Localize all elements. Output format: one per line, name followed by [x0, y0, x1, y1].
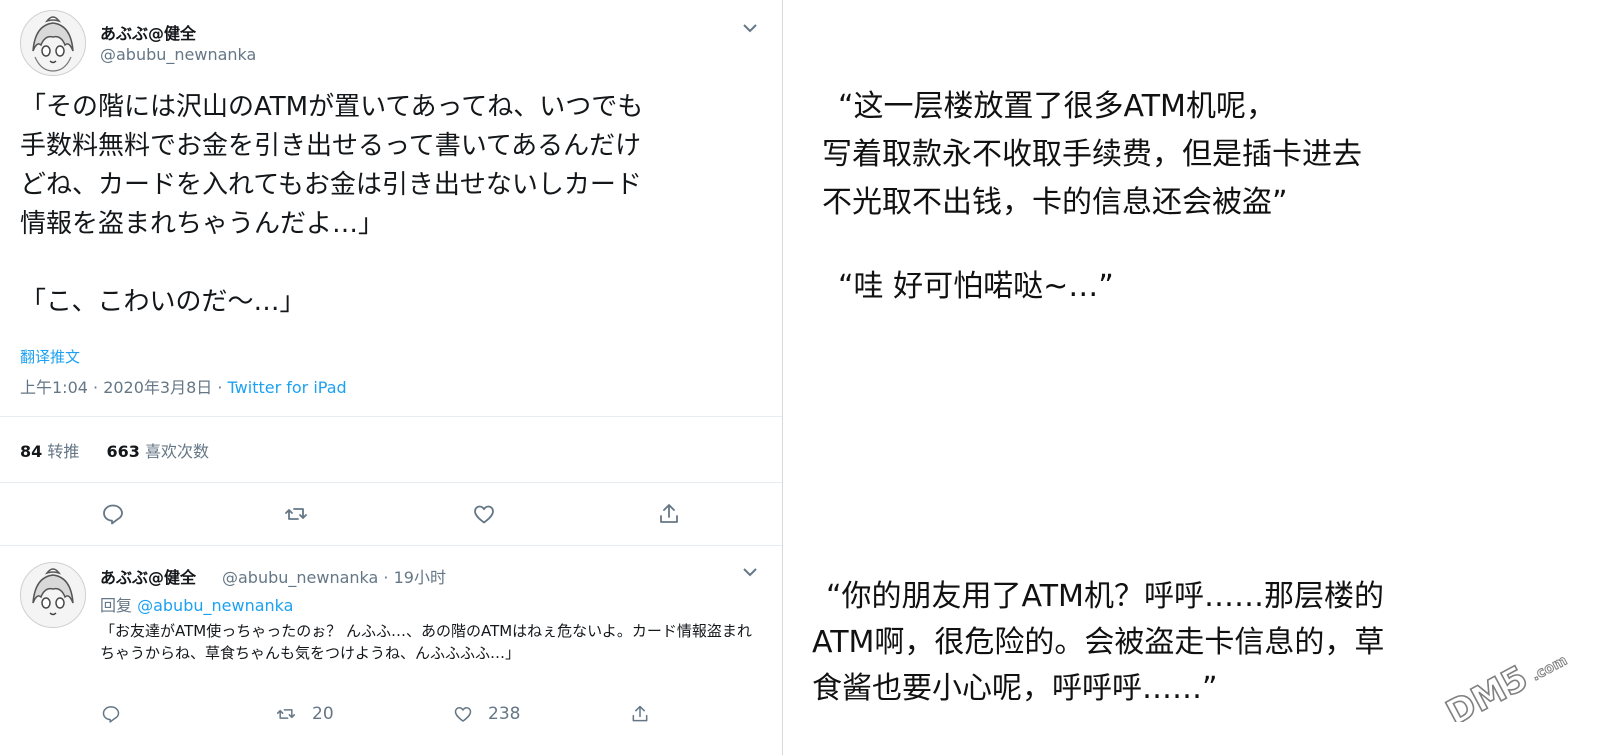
replying-to: 回复 @abubu_newnanka	[100, 592, 293, 616]
avatar[interactable]	[20, 10, 86, 76]
reply-text: 「お友達がATM使っちゃったのぉ？ んふふ…、あの階のATMはねぇ危ないよ。カー…	[100, 622, 752, 662]
timestamp[interactable]: 上午1:04 · 2020年3月8日 ·	[20, 378, 228, 397]
retweet-count[interactable]: 84	[20, 442, 42, 461]
user-handle[interactable]: @abubu_newnanka	[100, 45, 256, 64]
reply-icon[interactable]	[101, 704, 121, 724]
like-icon[interactable]	[472, 502, 496, 526]
retweet-label[interactable]: 转推	[47, 442, 79, 461]
reply-retweet-count[interactable]: 20	[312, 704, 334, 724]
translation-line: ATM啊，很危险的。会被盗走卡信息的，草	[812, 625, 1385, 660]
translate-tweet-link[interactable]: 翻译推文	[20, 346, 80, 367]
reply-display-name[interactable]: あぶぶ@健全	[100, 564, 196, 588]
divider	[0, 545, 782, 546]
like-count[interactable]: 663	[106, 442, 139, 461]
share-icon[interactable]	[657, 502, 681, 526]
retweet-icon[interactable]	[276, 704, 296, 724]
tweet-stats: 84 转推 663 喜欢次数	[20, 438, 209, 462]
divider	[0, 482, 782, 483]
dm5-watermark-logo: DM5 .com	[1430, 632, 1590, 735]
tweet-text-line: 「その階には沢山のATMが置いてあってね、いつでも	[20, 92, 644, 122]
tweet-meta: 上午1:04 · 2020年3月8日 · Twitter for iPad	[20, 374, 347, 398]
tweet-text-line: 「こ、こわいのだ〜…」	[20, 287, 306, 317]
like-icon[interactable]	[453, 704, 473, 724]
display-name[interactable]: あぶぶ@健全	[100, 20, 196, 44]
tweet-text-line: 情報を盗まれちゃうんだよ…」	[20, 209, 385, 239]
chevron-down-icon[interactable]	[740, 18, 760, 38]
reply-avatar[interactable]	[20, 562, 86, 628]
retweet-icon[interactable]	[284, 502, 308, 526]
tweet-panel: あぶぶ@健全 @abubu_newnanka 「その階には沢山のATMが置いてあ…	[0, 0, 782, 755]
translation-line: 写着取款永不收取手续费，但是插卡进去	[822, 137, 1362, 172]
translation-line: “哇 好可怕喏哒~…”	[838, 269, 1114, 304]
translation-line: 不光取不出钱，卡的信息还会被盗”	[822, 185, 1288, 220]
replying-to-link[interactable]: @abubu_newnanka	[137, 596, 293, 615]
panel-divider	[782, 0, 783, 755]
share-icon[interactable]	[630, 704, 650, 724]
source-link[interactable]: Twitter for iPad	[228, 378, 347, 397]
translation-line: 食酱也要小心呢，呼呼呼……”	[812, 671, 1218, 706]
svg-text:.com: .com	[1529, 653, 1570, 685]
tweet-text-line: 手数料無料でお金を引き出せるって書いてあるんだけ	[20, 131, 642, 161]
reply-handle-time[interactable]: @abubu_newnanka · 19小时	[222, 564, 446, 588]
reply-icon[interactable]	[101, 502, 125, 526]
tweet-text: 「その階には沢山のATMが置いてあってね、いつでも 手数料無料でお金を引き出せる…	[20, 88, 765, 322]
like-label[interactable]: 喜欢次数	[145, 442, 209, 461]
translation-line: “这一层楼放置了很多ATM机呢，	[838, 89, 1276, 124]
svg-text:DM5: DM5	[1440, 658, 1534, 722]
translation-line: “你的朋友用了ATM机？呼呼……那层楼的	[826, 579, 1384, 614]
replying-prefix: 回复	[100, 596, 138, 615]
divider	[0, 416, 782, 417]
tweet-text-line: どね、カードを入れてもお金は引き出せないしカード	[20, 170, 642, 200]
reply-like-count[interactable]: 238	[488, 704, 520, 724]
chevron-down-icon[interactable]	[740, 562, 760, 582]
